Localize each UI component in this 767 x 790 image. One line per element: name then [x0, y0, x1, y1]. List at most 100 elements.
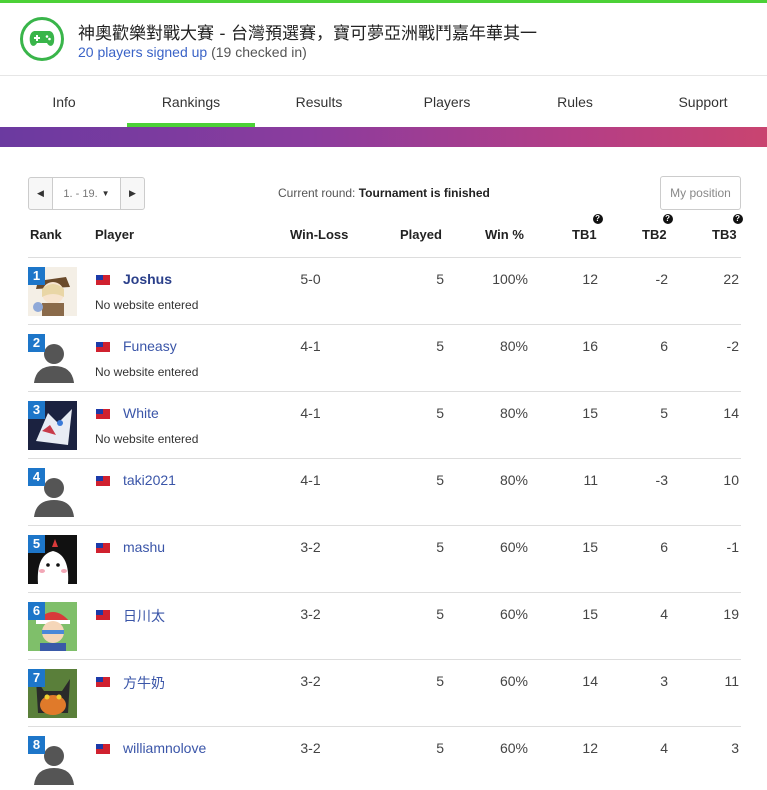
tb3: 10 [723, 472, 739, 488]
win-pct: 60% [499, 740, 528, 756]
table-row: 4 taki2021 4-1 5 80% 11 -3 10 [28, 459, 741, 526]
table-row: 8 williamnolove 3-2 5 60% 12 4 3 [28, 727, 741, 790]
win-loss: 5-0 [300, 271, 321, 287]
win-loss: 4-1 [300, 338, 321, 354]
avatar[interactable]: 3 [28, 401, 77, 450]
table-row: 1 Joshus No website entered 5-0 5 100% 1… [28, 258, 741, 325]
tb1: 15 [582, 606, 598, 622]
win-loss: 4-1 [300, 405, 321, 421]
tb2: 6 [660, 539, 668, 555]
col-player: Player [95, 227, 135, 242]
ranking-pager: ◀ 1. - 19. ▼ ▶ [28, 177, 145, 210]
avatar[interactable]: 1 [28, 267, 77, 316]
page-title: 神奧歡樂對戰大賽 - 台灣預選賽，寶可夢亞洲戰鬥嘉年華其一 [78, 24, 537, 44]
tb1: 12 [582, 740, 598, 756]
player-name-link[interactable]: White [123, 405, 159, 421]
tb1: 16 [582, 338, 598, 354]
header-banner [0, 127, 767, 147]
current-round-value: Tournament is finished [358, 186, 490, 200]
tb3: 19 [723, 606, 739, 622]
player-name-link[interactable]: Funeasy [123, 338, 177, 354]
tb3: 14 [723, 405, 739, 421]
table-row: 2 Funeasy No website entered 4-1 5 80% 1… [28, 325, 741, 392]
tb2: -3 [655, 472, 668, 488]
rank-badge: 6 [28, 602, 45, 620]
player-name-link[interactable]: mashu [123, 539, 165, 555]
my-position-button[interactable]: My position [660, 176, 741, 210]
taiwan-flag-icon [96, 677, 110, 687]
tab-rules[interactable]: Rules [511, 77, 639, 127]
tb3: -1 [726, 539, 739, 555]
played: 5 [436, 740, 444, 756]
played: 5 [436, 606, 444, 622]
win-loss: 3-2 [300, 539, 321, 555]
win-pct: 60% [499, 539, 528, 555]
player-name-link[interactable]: 日川太 [123, 606, 165, 626]
win-pct: 100% [492, 271, 528, 287]
avatar[interactable]: 5 [28, 535, 77, 584]
rank-badge: 8 [28, 736, 45, 754]
rank-badge: 2 [28, 334, 45, 352]
tab-bar: Info Rankings Results Players Rules Supp… [0, 77, 767, 127]
rank-badge: 4 [28, 468, 45, 486]
current-round: Current round: Tournament is finished [278, 186, 490, 200]
win-pct: 60% [499, 673, 528, 689]
players-signed-up-link[interactable]: 20 players signed up [78, 44, 207, 60]
tab-rankings[interactable]: Rankings [127, 77, 255, 127]
tb1: 15 [582, 405, 598, 421]
taiwan-flag-icon [96, 744, 110, 754]
col-tb1: TB1 ? [572, 214, 603, 242]
help-icon[interactable]: ? [662, 214, 673, 224]
played: 5 [436, 271, 444, 287]
win-loss: 3-2 [300, 673, 321, 689]
tab-info[interactable]: Info [0, 77, 128, 127]
taiwan-flag-icon [96, 476, 110, 486]
win-pct: 60% [499, 606, 528, 622]
avatar[interactable]: 2 [28, 334, 77, 383]
played: 5 [436, 472, 444, 488]
help-icon[interactable]: ? [592, 214, 603, 224]
caret-down-icon: ▼ [101, 189, 110, 198]
chevron-right-icon[interactable]: ▶ [120, 178, 144, 209]
page-range-value: 1. - 19. [63, 187, 98, 200]
tab-results[interactable]: Results [255, 77, 383, 127]
col-tb3-label: TB3 [712, 227, 737, 242]
tournament-header: 神奧歡樂對戰大賽 - 台灣預選賽，寶可夢亞洲戰鬥嘉年華其一 20 players… [0, 3, 767, 76]
player-name-link[interactable]: 方牛奶 [123, 673, 165, 693]
col-tb3: TB3 ? [712, 214, 743, 242]
win-pct: 80% [499, 405, 528, 421]
player-name-link[interactable]: taki2021 [123, 472, 176, 488]
tb3: 22 [723, 271, 739, 287]
player-website: No website entered [95, 365, 199, 379]
tab-players[interactable]: Players [383, 77, 511, 127]
win-pct: 80% [499, 338, 528, 354]
table-row: 7 方牛奶 3-2 5 60% 14 3 11 [28, 660, 741, 727]
col-tb1-label: TB1 [572, 227, 597, 242]
taiwan-flag-icon [96, 409, 110, 419]
played: 5 [436, 539, 444, 555]
player-name-link[interactable]: Joshus [123, 271, 172, 287]
taiwan-flag-icon [96, 610, 110, 620]
avatar[interactable]: 8 [28, 736, 77, 785]
tb1: 15 [582, 539, 598, 555]
player-name-link[interactable]: williamnolove [123, 740, 206, 756]
rank-badge: 1 [28, 267, 45, 285]
tb1: 11 [583, 472, 598, 488]
avatar[interactable]: 4 [28, 468, 77, 517]
win-pct: 80% [499, 472, 528, 488]
tb1: 12 [582, 271, 598, 287]
current-round-label: Current round: [278, 186, 356, 200]
table-row: 3 White No website entered 4-1 5 80% 15 … [28, 392, 741, 459]
help-icon[interactable]: ? [732, 214, 743, 224]
col-tb2: TB2 ? [642, 214, 673, 242]
tab-support[interactable]: Support [639, 77, 767, 127]
chevron-left-icon[interactable]: ◀ [29, 178, 53, 209]
rank-badge: 7 [28, 669, 45, 687]
avatar[interactable]: 6 [28, 602, 77, 651]
taiwan-flag-icon [96, 543, 110, 553]
avatar[interactable]: 7 [28, 669, 77, 718]
col-rank: Rank [30, 227, 62, 242]
col-win-loss: Win-Loss [290, 227, 349, 242]
tb3: 11 [724, 673, 739, 689]
page-range-select[interactable]: 1. - 19. ▼ [53, 178, 120, 209]
